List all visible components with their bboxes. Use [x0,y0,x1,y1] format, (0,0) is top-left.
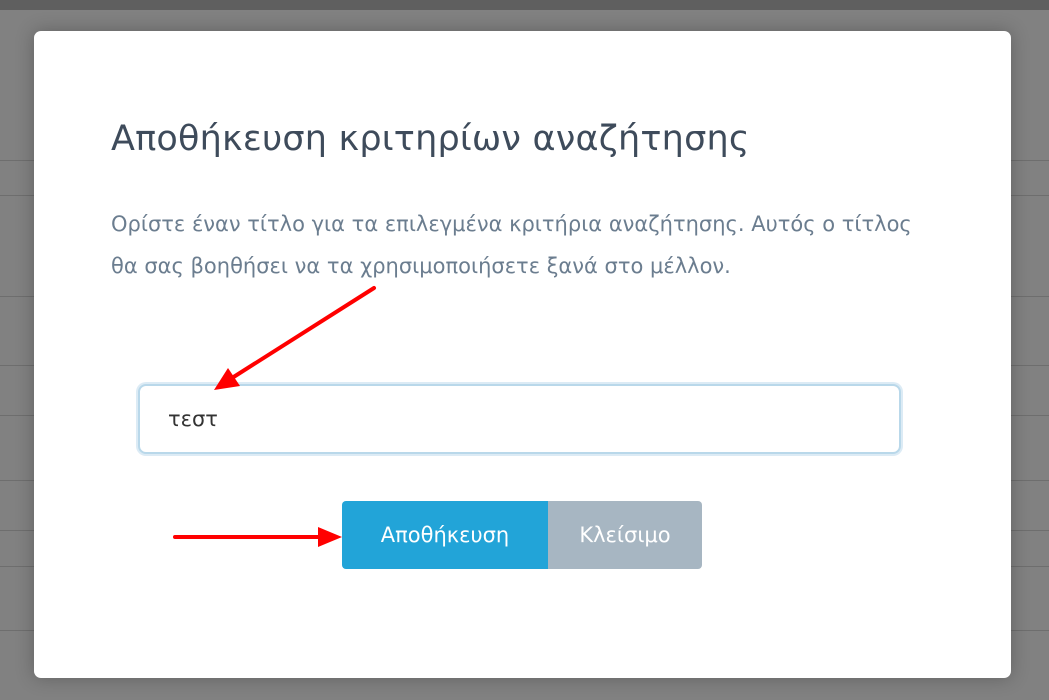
search-title-input[interactable] [138,384,901,454]
save-button[interactable]: Αποθήκευση [342,501,548,569]
dialog-button-group: Αποθήκευση Κλείσιμο [342,501,702,569]
dialog-description: Ορίστε έναν τίτλο για τα επιλεγμένα κριτ… [111,212,912,278]
close-button[interactable]: Κλείσιμο [548,501,702,569]
save-search-criteria-dialog: Αποθήκευση κριτηρίων αναζήτησης Ορίστε έ… [34,31,1011,678]
dialog-title: Αποθήκευση κριτηρίων αναζήτησης [111,119,750,159]
background-header [0,0,1049,10]
